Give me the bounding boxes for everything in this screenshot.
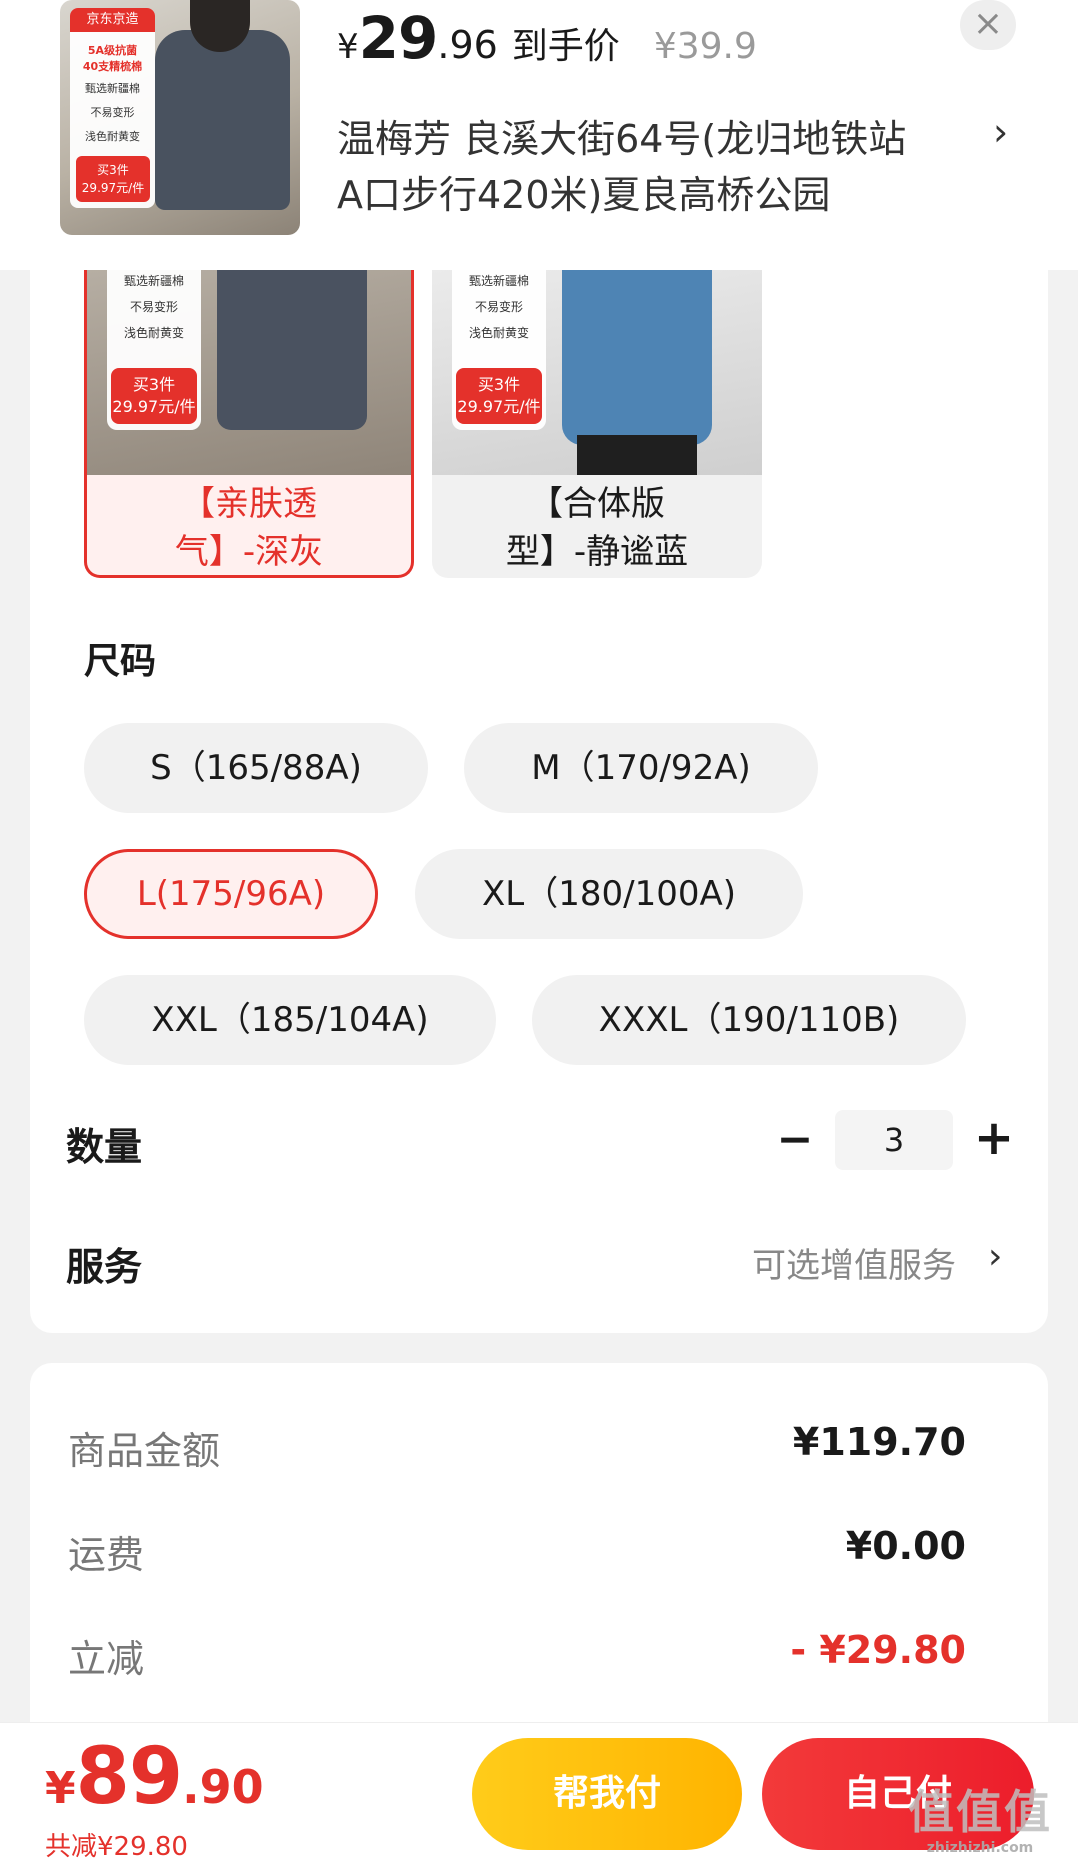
thumbnail-brand-label: 京东京造 [70, 8, 155, 32]
size-option-s[interactable]: S（165/88A) [84, 723, 428, 813]
total-decimal: .90 [182, 1760, 264, 1814]
product-thumbnail: 京东京造 5A级抗菌 40支精梳棉 甄选新疆棉 不易变形 浅色耐黄变 买3件 2… [60, 0, 300, 235]
product-header: 京东京造 5A级抗菌 40支精梳棉 甄选新疆棉 不易变形 浅色耐黄变 买3件 2… [0, 0, 1078, 270]
thumbnail-badge-line: 浅色耐黄变 [85, 130, 140, 143]
variant-label-line: 【合体版 [529, 484, 665, 524]
variant-badge-line: 浅色耐黄变 [123, 326, 184, 340]
quantity-title: 数量 [66, 1125, 143, 1169]
summary-label-discount: 立减 [68, 1637, 145, 1681]
variant-label: 【亲肤透 气】-深灰 [87, 480, 411, 575]
watermark-url: zhizhizhi.com [926, 1840, 1034, 1856]
thumbnail-promo-badge: 买3件 29.97元/件 [76, 156, 150, 202]
quantity-input[interactable]: 3 [835, 1110, 953, 1170]
variant-label-line: 气】-深灰 [174, 532, 324, 572]
total-discount: 共减¥29.80 [45, 1832, 188, 1862]
variant-shirt-shape [562, 270, 712, 445]
thumbnail-shirt-shape [155, 30, 290, 210]
size-option-xxxl[interactable]: XXXL（190/110B) [532, 975, 966, 1065]
thumbnail-badge: 京东京造 5A级抗菌 40支精梳棉 甄选新疆棉 不易变形 浅色耐黄变 买3件 2… [70, 8, 155, 208]
summary-value-goods: ¥119.70 [792, 1420, 966, 1464]
variant-badge-line: 甄选新疆棉 [468, 274, 529, 288]
close-icon[interactable]: × [960, 0, 1016, 50]
summary-value-discount: - ¥29.80 [790, 1628, 966, 1672]
original-price: ¥39.9 [653, 26, 757, 67]
variant-badge-line: 不易变形 [129, 300, 178, 314]
variant-promo-badge: 买3件 29.97元/件 [111, 368, 197, 424]
summary-value-shipping: ¥0.00 [845, 1524, 966, 1568]
price-row: ¥ 29 .96 到手价 ¥39.9 [337, 4, 757, 72]
size-option-xl[interactable]: XL（180/100A) [415, 849, 803, 939]
variant-image: 甄选新疆棉 不易变形 浅色耐黄变 买3件 29.97元/件 [87, 270, 411, 475]
price-decimal: .96 [437, 23, 498, 67]
variant-pants-shape [577, 435, 697, 475]
variant-badge-line: 不易变形 [474, 300, 523, 314]
variant-promo-line: 买3件 [477, 375, 521, 394]
summary-label-goods: 商品金额 [68, 1429, 221, 1473]
variant-option-dark-grey[interactable]: 甄选新疆棉 不易变形 浅色耐黄变 买3件 29.97元/件 【亲肤透 气】-深灰 [84, 270, 414, 578]
quantity-minus-button[interactable]: − [775, 1110, 815, 1170]
watermark-logo: 值值值 zhizhizhi.com [885, 1784, 1075, 1864]
size-option-m[interactable]: M（170/92A) [464, 723, 818, 813]
total-integer: 89 [75, 1732, 184, 1822]
variant-badge: 甄选新疆棉 不易变形 浅色耐黄变 买3件 29.97元/件 [452, 270, 546, 430]
chevron-right-icon[interactable]: › [993, 110, 1008, 154]
thumbnail-badge-line: 不易变形 [90, 106, 135, 119]
thumbnail-promo-line: 29.97元/件 [81, 181, 145, 195]
address-line-2[interactable]: A口步行420米)夏良高桥公园 [337, 164, 830, 219]
address-line-1[interactable]: 温梅芳 良溪大街64号(龙归地铁站 [337, 108, 906, 163]
variant-image: 甄选新疆棉 不易变形 浅色耐黄变 买3件 29.97元/件 [432, 270, 762, 475]
size-option-xxl[interactable]: XXL（185/104A) [84, 975, 496, 1065]
variant-label-line: 【亲肤透 [181, 484, 317, 524]
total-price: ¥ 89 .90 [45, 1732, 264, 1822]
thumbnail-badge-line: 5A级抗菌 [87, 44, 138, 57]
variant-label: 【合体版 型】-静谧蓝 [432, 480, 762, 576]
variant-badge: 甄选新疆棉 不易变形 浅色耐黄变 买3件 29.97元/件 [107, 270, 201, 430]
variant-shirt-shape [217, 270, 367, 430]
variant-promo-line: 29.97元/件 [112, 397, 196, 416]
service-title: 服务 [66, 1245, 143, 1289]
variant-option-blue[interactable]: 甄选新疆棉 不易变形 浅色耐黄变 买3件 29.97元/件 【合体版 型】-静谧… [432, 270, 762, 578]
thumbnail-badge-line: 40支精梳棉 [82, 60, 143, 73]
thumbnail-promo-line: 买3件 [97, 163, 129, 177]
variant-label-line: 型】-静谧蓝 [505, 532, 689, 572]
price-integer: 29 [358, 4, 439, 72]
watermark-text: 值值值 [908, 1785, 1052, 1839]
size-section-title: 尺码 [84, 641, 157, 682]
variant-promo-badge: 买3件 29.97元/件 [456, 368, 542, 424]
help-pay-button[interactable]: 帮我付 [472, 1738, 742, 1850]
price-tag: 到手价 [511, 26, 620, 67]
total-currency: ¥ [45, 1763, 76, 1814]
thumbnail-badge-line: 甄选新疆棉 [85, 82, 140, 95]
summary-label-shipping: 运费 [68, 1533, 145, 1577]
price-currency: ¥ [337, 27, 359, 67]
chevron-right-icon[interactable]: › [988, 1236, 1002, 1277]
service-hint[interactable]: 可选增值服务 [752, 1238, 956, 1287]
variant-badge-line: 甄选新疆棉 [123, 274, 184, 288]
quantity-plus-button[interactable]: + [972, 1108, 1016, 1168]
variant-promo-line: 买3件 [132, 375, 176, 394]
variant-promo-line: 29.97元/件 [457, 397, 541, 416]
variant-badge-line: 浅色耐黄变 [468, 326, 529, 340]
size-option-l[interactable]: L(175/96A) [84, 849, 378, 939]
